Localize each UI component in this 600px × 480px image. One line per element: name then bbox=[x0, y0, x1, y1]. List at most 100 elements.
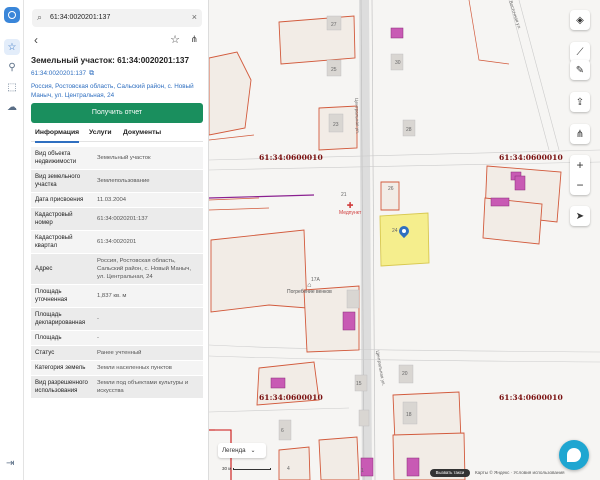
bookmark-star-icon[interactable]: ☆ bbox=[170, 33, 180, 46]
taxi-button[interactable]: Вызвать такси bbox=[430, 469, 470, 477]
search-box[interactable]: ⌕ 61:34:0020201:137 × bbox=[32, 9, 202, 27]
tab-services[interactable]: Услуги bbox=[89, 129, 112, 136]
row-value: 61:34:0020201 bbox=[97, 239, 137, 245]
page-title: Земельный участок: 61:34:0020201:137 bbox=[31, 56, 190, 65]
search-input[interactable]: 61:34:0020201:137 bbox=[50, 14, 110, 21]
house-number: 4 bbox=[287, 466, 290, 472]
geolocation-icon[interactable]: ➤ bbox=[570, 206, 590, 226]
tab-information[interactable]: Информация bbox=[35, 129, 80, 143]
table-row: Кадастровый номер 61:34:0020201:137 bbox=[31, 208, 203, 231]
layers-icon[interactable]: ◈ bbox=[570, 10, 590, 30]
row-key: Дата присвоения bbox=[35, 196, 84, 203]
search-icon: ⌕ bbox=[37, 12, 43, 22]
tab-documents[interactable]: Документы bbox=[123, 129, 161, 136]
panel-toolbar: ‹ ☆ ⋔ bbox=[32, 33, 202, 49]
row-key: Статус bbox=[35, 349, 55, 356]
zoom-control: + − bbox=[570, 155, 590, 195]
house-number: 18 bbox=[406, 412, 412, 418]
copy-icon[interactable]: ⧉ bbox=[89, 70, 94, 77]
upload-icon[interactable]: ⇪ bbox=[570, 92, 590, 112]
table-row: Вид земельного участка Землепользование bbox=[31, 170, 203, 193]
row-key: Адрес bbox=[35, 265, 53, 272]
medical-cross-icon: ✚ bbox=[346, 201, 354, 210]
zoom-in-button[interactable]: + bbox=[570, 155, 590, 175]
row-value: Россия, Ростовская область, Сальский рай… bbox=[97, 258, 191, 280]
cloud-icon[interactable]: ☁ bbox=[4, 99, 20, 115]
row-value: - bbox=[97, 335, 99, 341]
house-number: 27 bbox=[331, 22, 337, 28]
cadastral-quarter-label: 61:34:0600010 bbox=[259, 153, 323, 162]
row-value: 11.03.2004 bbox=[97, 197, 127, 203]
table-row: Адрес Россия, Ростовская область, Сальски… bbox=[31, 254, 203, 285]
house-number: 28 bbox=[406, 127, 412, 133]
map-view[interactable]: 61:34:0600010 61:34:0600010 61:34:060001… bbox=[209, 0, 600, 480]
app-logo-icon[interactable] bbox=[4, 7, 20, 23]
zoom-out-button[interactable]: − bbox=[570, 175, 590, 195]
table-row: Площадь декларированная - bbox=[31, 308, 203, 331]
map-canvas bbox=[209, 0, 600, 480]
house-number: 23 bbox=[333, 122, 339, 128]
object-info-panel: ⌕ 61:34:0020201:137 × ‹ ☆ ⋔ Земельный уч… bbox=[24, 0, 209, 480]
row-value: 61:34:0020201:137 bbox=[97, 216, 148, 222]
left-rail: ☆ ⚲ ⬚ ☁ ⇥ bbox=[0, 0, 24, 480]
table-row: Дата присвоения 11.03.2004 bbox=[31, 193, 203, 208]
row-key: Кадастровый номер bbox=[35, 211, 73, 226]
location-pin-icon[interactable] bbox=[396, 223, 412, 240]
address-link[interactable]: Россия, Ростовская область, Сальский рай… bbox=[31, 82, 203, 100]
row-value: Земли населенных пунктов bbox=[97, 365, 172, 371]
cadastral-quarter-label: 61:34:0600010 bbox=[499, 393, 563, 402]
table-row: Кадастровый квартал 61:34:0020201 bbox=[31, 231, 203, 254]
row-value: - bbox=[97, 316, 99, 322]
info-table: Вид объекта недвижимости Земельный участо… bbox=[31, 147, 203, 399]
row-key: Площадь декларированная bbox=[35, 311, 86, 326]
map-scale: 30 м bbox=[222, 466, 272, 471]
clear-search-icon[interactable]: × bbox=[192, 12, 197, 22]
map-attribution[interactable]: Карты © Яндекс · Условия использования bbox=[475, 470, 565, 475]
house-number: 24 bbox=[392, 228, 398, 234]
row-value: 1,837 кв. м bbox=[97, 293, 127, 299]
row-value: Ранее учтенный bbox=[97, 350, 142, 356]
logout-icon[interactable]: ⇥ bbox=[6, 458, 14, 469]
ritual-poi[interactable]: ⌂ Погребение венков bbox=[287, 282, 332, 295]
share-icon[interactable]: ⋔ bbox=[190, 34, 198, 45]
chevron-down-icon: ⌄ bbox=[250, 447, 256, 454]
table-row: Вид объекта недвижимости Земельный участо… bbox=[31, 147, 203, 170]
chat-support-button[interactable] bbox=[559, 440, 589, 470]
legend-button[interactable]: Легенда ⌄ bbox=[218, 443, 266, 458]
house-number: 1 bbox=[361, 468, 364, 474]
cadastral-quarter-label: 61:34:0600010 bbox=[259, 393, 323, 402]
house-number: 15 bbox=[356, 381, 362, 387]
cadastral-number-link[interactable]: 61:34:0020201:137 ⧉ bbox=[31, 70, 94, 78]
row-value: Земельный участок bbox=[97, 155, 151, 161]
medpunkt-poi[interactable]: ✚ Медпункт bbox=[339, 201, 361, 216]
table-row: Площадь уточненная 1,837 кв. м bbox=[31, 285, 203, 308]
row-key: Вид разрешенного использования bbox=[35, 379, 88, 394]
select-area-icon[interactable]: ⬚ bbox=[4, 79, 20, 95]
table-row: Категория земель Земли населенных пунктов bbox=[31, 361, 203, 376]
ruler-icon[interactable]: ⟋ bbox=[570, 42, 590, 62]
cadastral-quarter-label: 61:34:0600010 bbox=[499, 153, 563, 162]
house-number: 30 bbox=[395, 60, 401, 66]
row-key: Вид земельного участка bbox=[35, 173, 81, 188]
house-number: 21 bbox=[341, 192, 347, 198]
get-report-button[interactable]: Получить отчет bbox=[31, 103, 203, 123]
pin-icon[interactable]: ⚲ bbox=[4, 59, 20, 75]
house-number: 6 bbox=[281, 428, 284, 434]
back-chevron-icon[interactable]: ‹ bbox=[34, 33, 38, 47]
row-key: Вид объекта недвижимости bbox=[35, 150, 77, 165]
row-key: Категория земель bbox=[35, 364, 86, 371]
row-value: Земли под объектами культуры и искусства bbox=[97, 380, 189, 394]
edit-pencil-icon[interactable]: ✎ bbox=[570, 60, 590, 80]
poi-icon: ⌂ bbox=[307, 282, 312, 289]
house-number: 20 bbox=[402, 371, 408, 377]
row-key: Кадастровый квартал bbox=[35, 234, 73, 249]
row-key: Площадь уточненная bbox=[35, 288, 68, 303]
table-row: Площадь - bbox=[31, 331, 203, 346]
table-row: Вид разрешенного использования Земли под … bbox=[31, 376, 203, 399]
share-map-icon[interactable]: ⋔ bbox=[570, 124, 590, 144]
favorites-star-icon[interactable]: ☆ bbox=[4, 39, 20, 55]
info-tabs: Информация Услуги Документы bbox=[31, 126, 203, 143]
house-number: 26 bbox=[388, 186, 394, 192]
house-number: 25 bbox=[331, 67, 337, 73]
row-value: Землепользование bbox=[97, 178, 150, 184]
